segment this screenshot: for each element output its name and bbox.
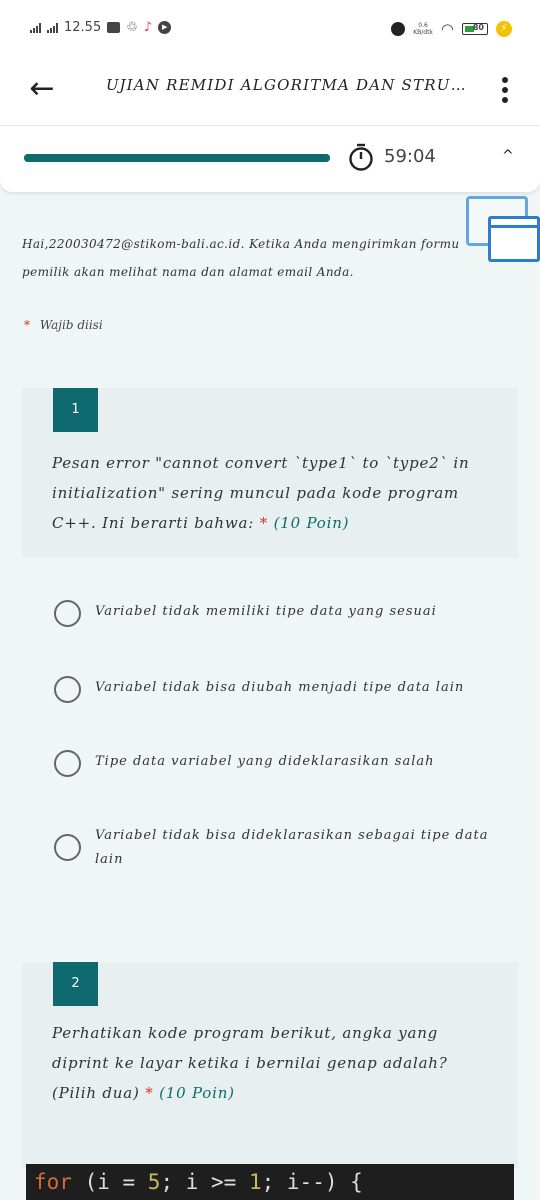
required-star: * (24, 318, 30, 332)
code-snippet: for (i = 5; i >= 1; i--) { (26, 1164, 514, 1200)
clock: 12.55 (64, 20, 102, 35)
option-line: Variabel tidak memiliki tipe data yang s… (95, 604, 437, 619)
code-text: (i = (71, 1170, 148, 1194)
signal-icon (30, 22, 41, 33)
window-overlay-icon[interactable] (466, 196, 540, 264)
question-text: Perhatikan kode program berikut, angka y… (52, 1018, 448, 1108)
question-line: C++. Ini berarti bahwa: * (10 Poin) (52, 508, 469, 538)
code-number: 5 (147, 1170, 161, 1194)
question-points: (10 Poin) (273, 514, 350, 532)
option-3[interactable]: Tipe data variabel yang dideklarasikan s… (54, 750, 435, 777)
code-text: ; i--) { (261, 1170, 363, 1194)
option-line: Variabel tidak bisa diubah menjadi tipe … (95, 680, 465, 695)
battery-level: 80 (472, 23, 484, 32)
window-front (488, 216, 540, 262)
signal-icon-2 (47, 22, 58, 33)
question-points: (10 Poin) (159, 1084, 235, 1102)
mail-icon (107, 22, 121, 33)
radio-button[interactable] (54, 600, 81, 627)
option-label: Tipe data variabel yang dideklarasikan s… (95, 750, 435, 774)
timer-card: 59:04 ^ (0, 126, 540, 192)
timer-countdown: 59:04 (384, 146, 436, 167)
battery-icon: 80 (462, 23, 488, 35)
code-keyword: for (34, 1170, 72, 1194)
option-label: Variabel tidak memiliki tipe data yang s… (95, 600, 437, 624)
net-speed-unit: KB/dtk (413, 29, 433, 36)
respondent-notice: Hai,220030472@stikom-bali.ac.id. Ketika … (22, 230, 472, 286)
back-arrow-icon[interactable]: ← (24, 72, 60, 108)
question-line: (Pilih dua) * (10 Poin) (52, 1078, 448, 1108)
status-right: 0.6 KB/dtk ◠ 80 ⚡ (391, 20, 512, 38)
question-card-2: 2 Perhatikan kode program berikut, angka… (22, 962, 518, 1168)
option-line: Variabel tidak bisa dideklarasikan sebag… (95, 828, 489, 843)
charging-icon: ⚡ (496, 21, 512, 37)
radio-button[interactable] (54, 750, 81, 777)
more-options-icon[interactable] (498, 70, 512, 110)
option-1[interactable]: Variabel tidak memiliki tipe data yang s… (54, 600, 437, 627)
question-line: diprint ke layar ketika i bernilai genap… (52, 1054, 448, 1072)
net-speed-value: 0.6 (418, 22, 428, 29)
status-bar: 12.55 ♲ ♪ ▶ 0.6 KB/dtk ◠ 80 ⚡ (0, 0, 540, 60)
tiktok-icon: ♪ (143, 20, 153, 35)
status-left: 12.55 ♲ ♪ ▶ (30, 20, 172, 35)
option-line: Tipe data variabel yang dideklarasikan s… (95, 754, 435, 769)
code-text: ; i >= (160, 1170, 249, 1194)
option-label: Variabel tidak bisa diubah menjadi tipe … (95, 676, 464, 700)
required-label: Wajib diisi (39, 318, 103, 332)
question-text: Pesan error "cannot convert `type1` to `… (52, 448, 469, 538)
alarm-icon (391, 22, 406, 36)
option-line: lain (95, 852, 124, 867)
question-line: Perhatikan kode program berikut, angka y… (52, 1024, 439, 1042)
stopwatch-icon (349, 143, 373, 171)
net-speed: 0.6 KB/dtk (413, 22, 433, 36)
question-number: 1 (53, 388, 98, 432)
progress-bar (24, 154, 330, 162)
progress-fill (24, 154, 330, 162)
option-4[interactable]: Variabel tidak bisa dideklarasikan sebag… (54, 824, 488, 872)
required-note: * Wajib diisi (24, 318, 103, 332)
play-icon: ▶ (158, 21, 172, 34)
page-title: UJIAN REMIDI ALGORITMA DAN STRUK... (106, 76, 468, 94)
collapse-chevron-icon[interactable]: ^ (502, 148, 518, 164)
question-line-text: C++. Ini berarti bahwa: (52, 514, 255, 532)
app-bar: ← UJIAN REMIDI ALGORITMA DAN STRUK... (0, 60, 540, 126)
option-label: Variabel tidak bisa dideklarasikan sebag… (95, 824, 488, 872)
required-star: * (145, 1084, 154, 1102)
wifi-icon: ◠ (440, 20, 454, 38)
option-2[interactable]: Variabel tidak bisa diubah menjadi tipe … (54, 676, 464, 703)
question-line: initialization" sering muncul pada kode … (52, 484, 459, 502)
notice-line-1: Hai,220030472@stikom-bali.ac.id. Ketika … (22, 237, 460, 251)
question-line: Pesan error "cannot convert `type1` to `… (52, 454, 470, 472)
question-card-1: 1 Pesan error "cannot convert `type1` to… (22, 388, 518, 558)
required-star: * (259, 514, 268, 532)
question-number: 2 (53, 962, 98, 1006)
radio-button[interactable] (54, 676, 81, 703)
question-line-text: (Pilih dua) (52, 1084, 140, 1102)
recycle-icon: ♲ (126, 20, 138, 35)
radio-button[interactable] (54, 834, 81, 861)
code-number: 1 (248, 1170, 262, 1194)
notice-line-2: pemilik akan melihat nama dan alamat ema… (22, 265, 354, 279)
